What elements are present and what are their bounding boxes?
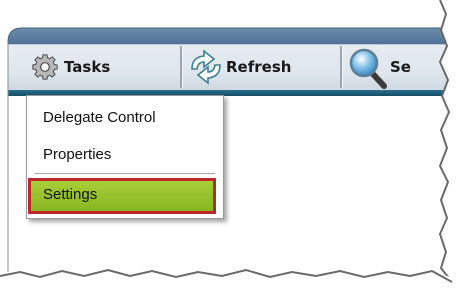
tasks-button[interactable]: Tasks [30, 44, 110, 90]
screenshot-frame: Tasks Refresh Se Delegate Control Proper… [0, 0, 459, 290]
menu-divider [35, 173, 215, 175]
magnifier-icon [348, 45, 388, 89]
menu-item-delegate-control[interactable]: Delegate Control [27, 105, 223, 131]
search-button[interactable]: Se [348, 44, 411, 90]
tasks-label: Tasks [64, 58, 111, 76]
menu-item-properties[interactable]: Properties [27, 142, 223, 168]
toolbar-separator [180, 46, 183, 88]
menu-item-settings[interactable]: Settings [28, 178, 216, 214]
gear-icon [30, 52, 60, 82]
refresh-label: Refresh [226, 58, 292, 76]
refresh-button[interactable]: Refresh [186, 44, 291, 90]
search-label: Se [390, 58, 411, 76]
refresh-icon [186, 47, 226, 87]
tasks-dropdown-menu: Delegate Control Properties Settings [26, 95, 224, 219]
toolbar-separator [340, 46, 343, 88]
